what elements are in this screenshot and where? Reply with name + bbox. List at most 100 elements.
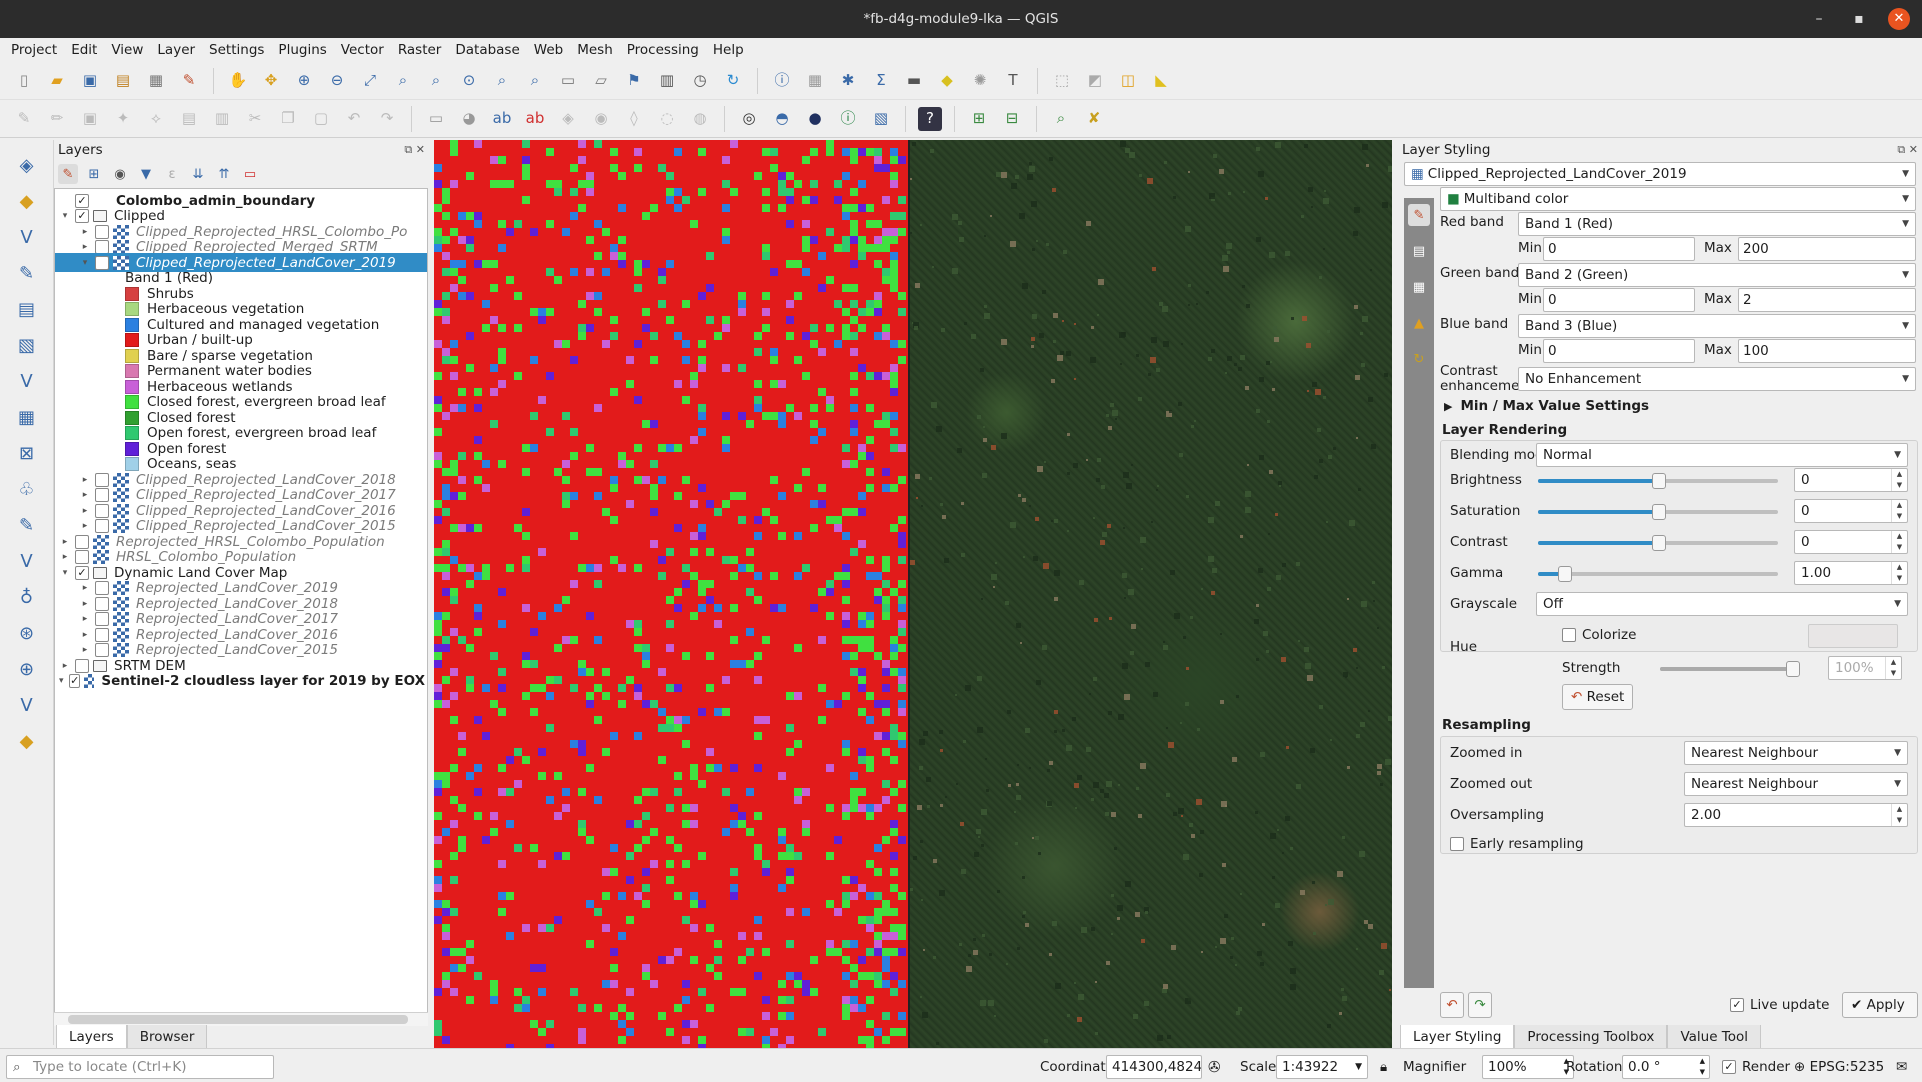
layer-visibility-checkbox[interactable] (95, 224, 109, 239)
layer-visibility-checkbox[interactable] (95, 472, 109, 487)
blue-band-select[interactable]: Band 3 (Blue) ▼ (1518, 314, 1916, 338)
select-location-icon[interactable]: ◣ (1149, 69, 1173, 93)
layer-visibility-checkbox[interactable] (95, 643, 109, 657)
earth-icon[interactable]: ● (803, 107, 827, 131)
remove-layer-icon[interactable]: ▭ (240, 164, 260, 184)
rotation-field[interactable]: 0.0 ° ▲ ▼ (1622, 1055, 1710, 1079)
contrast-spinbox[interactable]: 0 ▲ ▼ (1794, 530, 1908, 554)
green-max-input[interactable]: 2 (1738, 288, 1916, 312)
history-tab-icon[interactable]: ↻ (1408, 348, 1430, 370)
panel-float-close[interactable]: ⧉ ✕ (404, 143, 425, 157)
tab-layers[interactable]: Layers (56, 1025, 127, 1049)
bookmark-icon[interactable]: ⚑ (622, 69, 646, 93)
menu-raster[interactable]: Raster (391, 38, 449, 62)
styling-float-close[interactable]: ⧉ ✕ (1897, 143, 1918, 157)
rotate-label-icon[interactable]: ◌ (655, 107, 679, 131)
undo-style-button[interactable]: ↶ (1440, 992, 1464, 1018)
transparency-tab-icon[interactable]: ▤ (1408, 240, 1430, 262)
blue-min-input[interactable]: 0 (1543, 339, 1695, 363)
menu-settings[interactable]: Settings (202, 38, 271, 62)
add-mesh-icon[interactable]: ⊠ (13, 440, 41, 468)
collapse-all-icon[interactable]: ⇈ (214, 164, 234, 184)
layer-tree[interactable]: ✓ Colombo_admin_boundary ▾ ✓ Clipped ▸ Clipped… (54, 188, 428, 1013)
raster-calc-icon[interactable]: ⊟ (1000, 107, 1024, 131)
expand-arrow-icon[interactable]: ▾ (59, 211, 71, 221)
close-button[interactable]: ✕ (1888, 8, 1910, 30)
show-labels-icon[interactable]: ◉ (589, 107, 613, 131)
grayscale-select[interactable]: Off ▼ (1536, 592, 1908, 616)
zoom-out-icon[interactable]: ⊖ (325, 69, 349, 93)
layer-tree-scrollbar[interactable] (54, 1012, 428, 1026)
coordinate-field[interactable]: 414300,482464 (1106, 1055, 1202, 1079)
zoom-selection-icon[interactable]: ⌕ (391, 69, 415, 93)
expand-arrow-icon[interactable]: ▸ (79, 583, 91, 593)
diagram-icon[interactable]: ◕ (457, 107, 481, 131)
strength-spinbox[interactable]: 100% ▲ ▼ (1828, 656, 1902, 680)
map-canvas[interactable] (434, 140, 1392, 1048)
layer-visibility-checkbox[interactable] (95, 488, 109, 502)
value-tool-icon[interactable]: ▧ (869, 107, 893, 131)
select-by-value-icon[interactable]: ◩ (1083, 69, 1107, 93)
save-edits-icon[interactable]: ▣ (78, 107, 102, 131)
attribute-table-icon[interactable]: ▦ (803, 69, 827, 93)
expand-arrow-icon[interactable]: ▸ (59, 661, 71, 671)
colorize-color-button[interactable] (1808, 624, 1898, 648)
scale-field[interactable]: 1:43922 ▼ (1276, 1055, 1368, 1079)
contrast-enhancement-select[interactable]: No Enhancement ▼ (1518, 367, 1916, 391)
menu-plugins[interactable]: Plugins (271, 38, 333, 62)
expand-arrow-icon[interactable]: ▸ (79, 227, 91, 237)
menu-web[interactable]: Web (527, 38, 570, 62)
layer-visibility-checkbox[interactable] (75, 534, 89, 549)
label-highlight-icon[interactable]: ab (523, 107, 547, 131)
zoom-native-icon[interactable]: ⊙ (457, 69, 481, 93)
zoomed-in-select[interactable]: Nearest Neighbour ▼ (1684, 741, 1908, 765)
expand-arrow-icon[interactable]: ▸ (79, 242, 91, 252)
open-styling-icon[interactable]: ✎ (58, 164, 78, 184)
layer-visibility-checkbox[interactable] (95, 627, 109, 642)
expand-arrow-icon[interactable]: ▸ (59, 552, 71, 562)
colorize-checkbox[interactable]: Colorize (1562, 625, 1636, 645)
add-mssql-icon[interactable]: V (13, 548, 41, 576)
copy-icon[interactable]: ❐ (276, 107, 300, 131)
temporal-icon[interactable]: ◷ (688, 69, 712, 93)
add-delimited-icon[interactable]: ◆ (13, 728, 41, 756)
layer-visibility-checkbox[interactable] (75, 550, 89, 564)
red-max-input[interactable]: 200 (1738, 237, 1916, 261)
delete-selected-icon[interactable]: ▥ (210, 107, 234, 131)
add-vector-icon[interactable]: V (13, 224, 41, 252)
new-project-icon[interactable]: ▯ (12, 69, 36, 93)
text-annotation-icon[interactable]: T (1001, 69, 1025, 93)
field-calculator-icon[interactable]: ✱ (836, 69, 860, 93)
georeferencer-icon[interactable]: ⊞ (967, 107, 991, 131)
zoom-last-icon[interactable]: ⌕ (490, 69, 514, 93)
gamma-spinbox[interactable]: 1.00 ▲ ▼ (1794, 561, 1908, 585)
zoom-in-icon[interactable]: ⊕ (292, 69, 316, 93)
expand-arrow-icon[interactable]: ▸ (59, 537, 71, 547)
expand-arrow-icon[interactable]: ▾ (59, 568, 71, 578)
magnifier-field[interactable]: 100% ▲ ▼ (1482, 1055, 1574, 1079)
layer-visibility-checkbox[interactable] (95, 581, 109, 595)
live-update-checkbox[interactable]: ✓ Live update (1730, 995, 1829, 1015)
digitize-line-icon[interactable]: ✎ (13, 260, 41, 288)
expand-all-icon[interactable]: ⇊ (188, 164, 208, 184)
help-icon[interactable]: ? (918, 106, 942, 131)
locator-search[interactable]: ⌕ Type to locate (Ctrl+K) (6, 1055, 274, 1079)
label-icon[interactable]: ab (490, 107, 514, 131)
menu-layer[interactable]: Layer (150, 38, 202, 62)
new-map-view-icon[interactable]: ▭ (556, 69, 580, 93)
python-console-icon[interactable]: ◓ (770, 107, 794, 131)
layer-select[interactable]: ▦ Clipped_Reprojected_LandCover_2019 ▼ (1404, 162, 1916, 186)
maximize-button[interactable]: ▪ (1848, 8, 1870, 30)
annotation-icon[interactable]: ✺ (968, 69, 992, 93)
layout-manager-icon[interactable]: ▦ (144, 69, 168, 93)
modify-attributes-icon[interactable]: ▤ (177, 107, 201, 131)
layer-visibility-checkbox[interactable] (95, 596, 109, 611)
crs-button[interactable]: ⊕ EPSG:5235 (1794, 1055, 1884, 1079)
brightness-spinbox[interactable]: 0 ▲ ▼ (1794, 468, 1908, 492)
green-min-input[interactable]: 0 (1543, 288, 1695, 312)
expand-arrow-icon[interactable]: ▾ (79, 258, 91, 268)
oversampling-spinbox[interactable]: 2.00 ▲ ▼ (1684, 803, 1908, 827)
messages-icon[interactable]: ✉ (1896, 1055, 1907, 1079)
add-oracle-icon[interactable]: ✎ (13, 512, 41, 540)
label-toolbar-icon[interactable]: ▭ (424, 107, 448, 131)
